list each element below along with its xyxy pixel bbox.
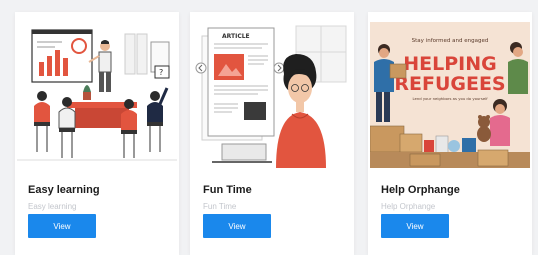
card-grid: ? Easy learning Easy learning View ARTIC…	[0, 0, 538, 255]
course-card-easy-learning: ? Easy learning Easy learning View	[15, 12, 179, 255]
card-image-reading: ARTICLE	[192, 22, 352, 168]
view-button[interactable]: View	[381, 214, 449, 238]
poster-subline: Lend your neighbors as you do yourself	[412, 96, 488, 101]
card-title: Help Orphange	[381, 184, 460, 196]
svg-text:?: ?	[159, 68, 163, 77]
course-card-fun-time: ARTICLE Fun Time Fun Time View	[190, 12, 354, 255]
poster-tagline: Stay informed and engaged	[412, 38, 489, 44]
poster-headline-1: HELPING	[403, 53, 496, 75]
card-image-classroom: ?	[17, 22, 177, 168]
card-subtitle: Easy learning	[28, 202, 77, 211]
course-card-help-orphange: Stay informed and engaged HELPING REFUGE…	[368, 12, 532, 255]
article-heading: ARTICLE	[222, 33, 250, 40]
view-button[interactable]: View	[28, 214, 96, 238]
card-title: Fun Time	[203, 184, 252, 196]
card-subtitle: Help Orphange	[381, 202, 436, 211]
card-title: Easy learning	[28, 184, 100, 196]
poster-headline-2: REFUGEES	[394, 73, 505, 95]
view-button[interactable]: View	[203, 214, 271, 238]
card-subtitle: Fun Time	[203, 202, 237, 211]
card-image-helping-refugees: Stay informed and engaged HELPING REFUGE…	[370, 22, 530, 168]
